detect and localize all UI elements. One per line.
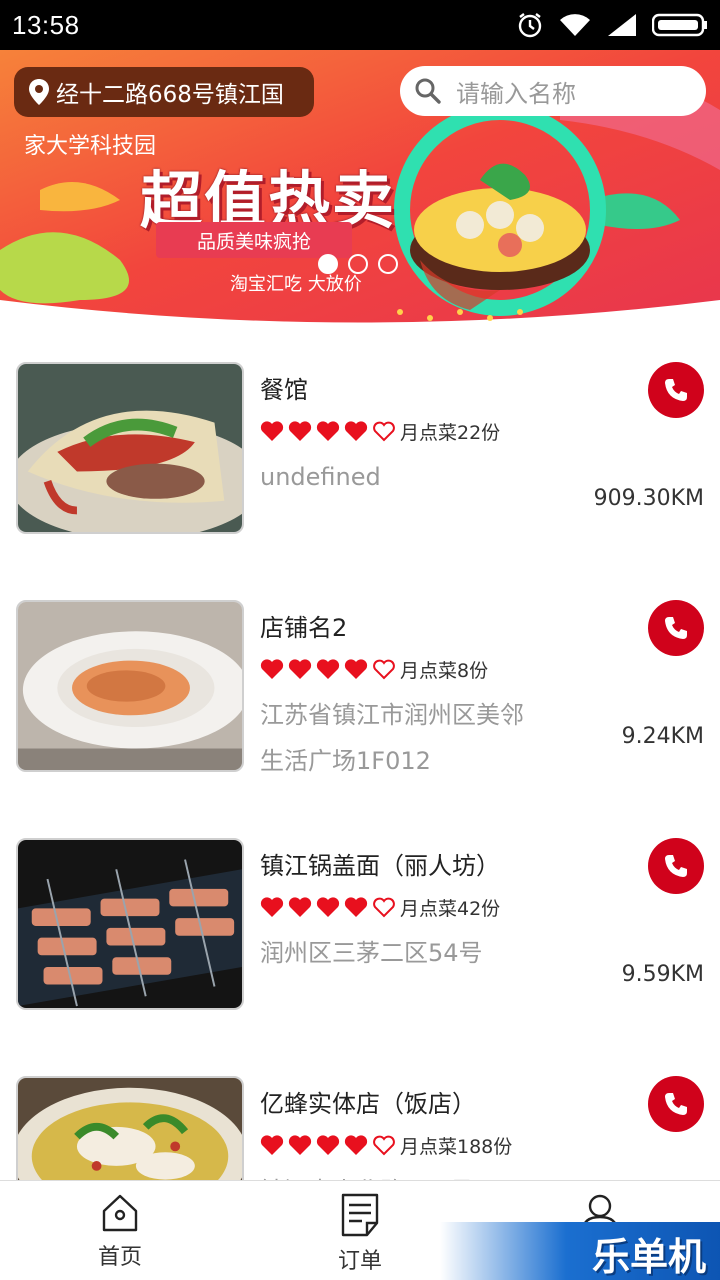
phone-icon [665,617,687,639]
store-thumbnail [16,1076,244,1180]
phone-icon [665,379,687,401]
signal-icon [608,14,636,36]
tab-home[interactable]: 首页 [0,1181,240,1280]
rating-stars [260,658,400,680]
store-distance: 9.24KM [621,724,704,749]
tab-orders-label: 订单 [337,1249,382,1274]
status-icons [516,11,708,39]
heart-filled-icon [316,659,340,679]
heart-filled-icon [260,421,284,441]
heart-filled-icon [260,1135,284,1155]
store-card[interactable]: 镇江锅盖面（丽人坊） 月点菜42份 润州区三茅二区54号 9.59KM [0,806,720,1010]
heart-filled-icon [344,659,368,679]
store-name: 亿蜂实体店（饭店） [260,1090,476,1118]
heart-filled-icon [344,421,368,441]
store-thumbnail [16,838,244,1010]
wifi-icon [560,14,590,36]
store-address: 江苏省镇江市润州区美邻生活广场1F012 [260,701,524,775]
store-distance: 909.30KM [593,486,704,511]
store-name: 餐馆 [260,376,308,404]
home-icon [102,1194,138,1232]
status-time: 13:58 [12,9,80,40]
monthly-sales: 月点菜188份 [400,1136,513,1158]
watermark-logo: 乐单机 [440,1222,720,1280]
heart-filled-icon [316,421,340,441]
battery-icon [652,13,707,37]
call-button[interactable] [648,838,704,894]
location-pin-icon [29,79,49,105]
heart-filled-icon [260,659,284,679]
heart-outline-icon [373,659,395,680]
status-bar: 13:58 [0,0,720,50]
heart-filled-icon [316,897,340,917]
call-button[interactable] [648,362,704,418]
store-thumbnail [16,600,244,772]
order-icon [341,1193,379,1237]
heart-filled-icon [260,897,284,917]
search-placeholder: 请输入名称 [456,79,576,108]
call-button[interactable] [648,600,704,656]
location-selector[interactable]: 经十二路668号镇江国 [14,67,314,117]
phone-icon [665,1093,687,1115]
rating-stars [260,1134,400,1156]
heart-outline-icon [373,897,395,918]
carousel-dot[interactable] [318,254,338,274]
store-address: 镇江中山北路106号-1 [260,1168,530,1180]
tab-home-label: 首页 [97,1245,142,1270]
monthly-sales: 月点菜42份 [400,898,501,920]
location-text-overflow: 家大学科技园 [24,134,157,159]
carousel-indicator [318,254,398,274]
heart-filled-icon [344,897,368,917]
store-card[interactable]: 餐馆 月点菜22份 undefined 909.30KM [0,330,720,534]
store-address: 润州区三茅二区54号 [260,939,483,967]
call-button[interactable] [648,1076,704,1132]
store-address: undefined [260,463,381,491]
store-card[interactable]: 店铺名2 月点菜8份 江苏省镇江市润州区美邻生活广场1F012 9.24KM [0,568,720,775]
phone-icon [665,855,687,877]
monthly-sales: 月点菜8份 [400,660,489,682]
alarm-icon [518,13,542,38]
heart-filled-icon [288,659,312,679]
search-icon [415,78,441,104]
heart-outline-icon [373,421,395,442]
carousel-dot[interactable] [348,254,368,274]
heart-filled-icon [288,421,312,441]
store-name: 店铺名2 [260,614,348,642]
heart-filled-icon [288,897,312,917]
store-distance: 9.59KM [621,962,704,987]
carousel-dot[interactable] [378,254,398,274]
promo-banner[interactable]: 经十二路668号镇江国 家大学科技园 请输入名称 超值热卖 品质美味疯抢 淘宝汇… [0,50,720,330]
store-card[interactable]: 亿蜂实体店（饭店） 月点菜188份 镇江中山北路106号-1 [0,1044,720,1180]
heart-filled-icon [316,1135,340,1155]
heart-filled-icon [344,1135,368,1155]
rating-stars [260,420,400,442]
monthly-sales: 月点菜22份 [400,422,501,444]
heart-outline-icon [373,1135,395,1156]
rating-stars [260,896,400,918]
heart-filled-icon [288,1135,312,1155]
store-list: 餐馆 月点菜22份 undefined 909.30KM 店铺名2 月点菜8份 … [0,330,720,1180]
search-input[interactable]: 请输入名称 [400,66,706,116]
banner-subtitle: 品质美味疯抢 [156,222,352,258]
store-name: 镇江锅盖面（丽人坊） [260,852,500,880]
watermark-text: 乐单机 [591,1235,706,1279]
location-text: 经十二路668号镇江国 [56,82,284,108]
store-thumbnail [16,362,244,534]
